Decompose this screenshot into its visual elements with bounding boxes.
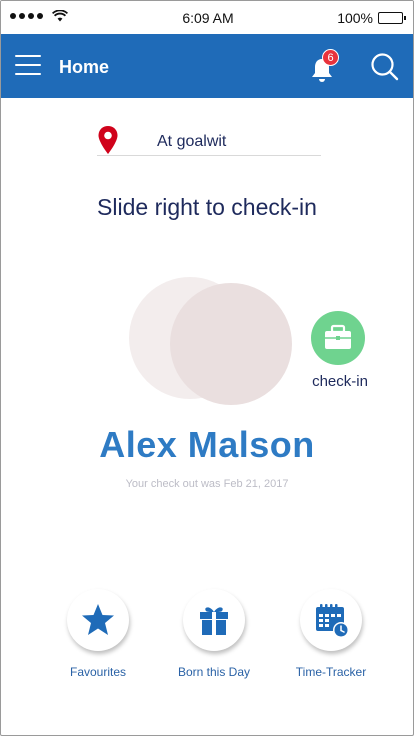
check-in-button[interactable] [311,311,365,365]
star-icon [82,604,114,635]
time-tracker-button[interactable]: Time-Tracker [271,589,391,679]
page-title: Home [59,57,110,77]
time-tracker-circle [300,589,362,651]
notification-badge: 6 [322,49,339,66]
location-pin-icon [98,126,118,154]
status-bar: 6:09 AM 100% [1,1,413,34]
calendar-clock-icon [316,604,349,638]
phone-frame: 6:09 AM 100% Home 6 At goalwit Slide rig… [0,0,414,736]
battery-icon [378,12,406,24]
briefcase-icon [325,324,351,349]
favourites-label: Favourites [69,665,127,679]
favourites-button[interactable]: Favourites [38,589,158,679]
search-button[interactable] [370,52,400,82]
check-in-slider-handle[interactable] [170,283,292,405]
born-this-day-label: Born this Day [177,665,251,679]
gift-icon [200,607,228,635]
location-label: At goalwit [157,133,227,150]
user-name: Alex Malson [99,424,315,465]
battery-status: 100% [337,10,406,26]
location-row[interactable]: At goalwit [97,123,321,156]
menu-button[interactable] [15,55,43,77]
search-icon [371,53,399,81]
last-checkout-text: Your check out was Feb 21, 2017 [125,478,289,490]
favourites-circle [67,589,129,651]
notifications-button[interactable]: 6 [309,49,339,84]
born-this-day-circle [183,589,245,651]
check-in-label: check-in [312,373,368,390]
born-this-day-button[interactable]: Born this Day [154,589,274,679]
app-header: Home 6 [1,34,413,98]
time-tracker-label: Time-Tracker [295,665,367,679]
slide-instruction: Slide right to check-in [97,194,317,220]
battery-percent: 100% [337,10,373,26]
